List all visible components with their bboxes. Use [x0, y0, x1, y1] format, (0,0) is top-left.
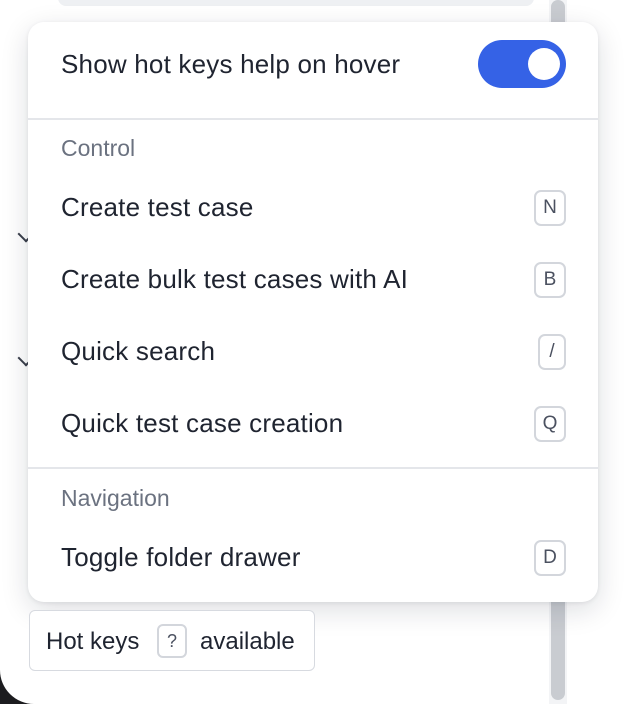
key-cap: /	[538, 334, 566, 370]
shortcut-label: Create bulk test cases with AI	[61, 264, 409, 294]
key-cap: ?	[157, 624, 187, 658]
hotkeys-chip-suffix: available	[200, 628, 295, 655]
shortcut-label: Toggle folder drawer	[61, 542, 301, 572]
shortcut-label: Create test case	[61, 192, 254, 222]
hotkeys-popover: Show hot keys help on hover Control Crea…	[28, 22, 598, 602]
section-heading-navigation: Navigation	[61, 485, 170, 511]
shortcut-quick-search[interactable]: Quick search /	[28, 322, 598, 382]
key-cap: N	[534, 190, 566, 226]
hotkeys-available-button[interactable]: Hot keys ? available	[29, 610, 315, 671]
shortcut-toggle-folder-drawer[interactable]: Toggle folder drawer D	[28, 528, 598, 588]
key-cap: B	[534, 262, 566, 298]
key-cap: Q	[534, 406, 566, 442]
top-field-edge	[58, 0, 534, 6]
section-heading-control: Control	[61, 135, 136, 161]
hotkeys-chip-prefix: Hot keys	[46, 628, 140, 655]
divider	[28, 118, 598, 120]
hotkeys-help-toggle[interactable]	[478, 40, 566, 88]
shortcut-label: Quick test case creation	[61, 408, 344, 438]
key-cap: D	[534, 540, 566, 576]
hotkeys-help-toggle-row: Show hot keys help on hover	[28, 22, 598, 118]
shortcut-label: Quick search	[61, 336, 216, 366]
app-background: Show hot keys help on hover Control Crea…	[0, 0, 624, 704]
hotkeys-help-toggle-label: Show hot keys help on hover	[61, 49, 401, 79]
divider	[28, 467, 598, 469]
shortcut-create-bulk-test-cases-ai[interactable]: Create bulk test cases with AI B	[28, 250, 598, 310]
toggle-knob	[528, 48, 560, 80]
shortcut-quick-test-case-creation[interactable]: Quick test case creation Q	[28, 394, 598, 454]
shortcut-create-test-case[interactable]: Create test case N	[28, 178, 598, 238]
